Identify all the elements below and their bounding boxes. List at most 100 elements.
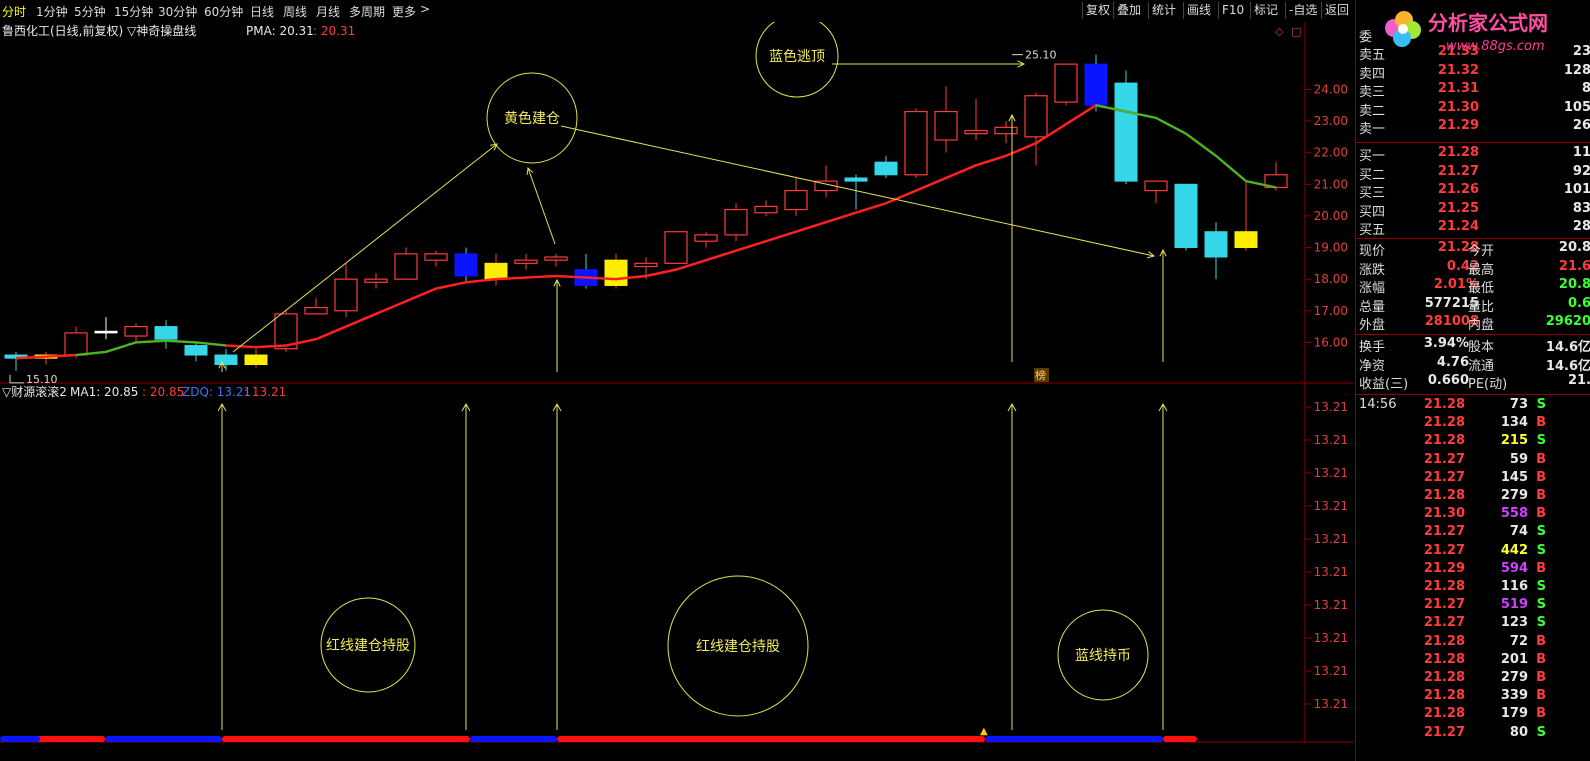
y-tick-label: 17.00 <box>1314 304 1348 318</box>
tick-volume: 145 <box>1500 469 1528 485</box>
tab-period-8[interactable]: 月线 <box>316 3 340 20</box>
ask-volume: 26 <box>1572 118 1590 134</box>
toolbar-button-2[interactable]: 统计 <box>1148 2 1179 19</box>
quote-label: 涨幅 <box>1359 281 1386 297</box>
tick-volume: 74 <box>1509 524 1528 540</box>
fundamental-value: 21. <box>1567 373 1590 389</box>
y-tick-label: 19.00 <box>1314 241 1348 255</box>
quote-label: 现价 <box>1359 244 1386 259</box>
square-icon[interactable]: □ <box>1291 25 1301 38</box>
toolbar-button-1[interactable]: 叠加 <box>1113 2 1144 19</box>
tick-price: 21.28 <box>1423 579 1465 594</box>
tick-volume: 73 <box>1509 397 1528 412</box>
annotation-text: 蓝色逃顶 <box>769 48 825 65</box>
zdq-label: ZDQ: 13.21 <box>182 385 251 399</box>
indicator-y-tick: 13.21 <box>1314 433 1348 447</box>
bid-volume: 11 <box>1572 145 1590 160</box>
toolbar-button-3[interactable]: 画线 <box>1183 2 1214 19</box>
tab-period-4[interactable]: 30分钟 <box>158 3 197 20</box>
trend-band-segment <box>222 736 470 742</box>
bid-label: 买一 <box>1359 149 1386 164</box>
candle <box>1054 63 1078 106</box>
fundamental-value: 4.76 <box>1436 354 1469 370</box>
trend-band-segment <box>40 736 105 742</box>
tick-side: B <box>1536 488 1546 503</box>
tick-side: B <box>1536 688 1546 704</box>
bid-label: 买三 <box>1359 186 1386 202</box>
annotation-text: 红线建仓持股 <box>696 639 780 655</box>
tick-volume: 80 <box>1509 724 1528 740</box>
bid-volume: 101 <box>1563 182 1590 198</box>
tick-price: 21.28 <box>1423 488 1465 503</box>
ask-label: 卖二 <box>1359 103 1386 119</box>
tick-price: 21.27 <box>1423 597 1465 613</box>
tick-price: 21.29 <box>1423 560 1465 576</box>
indicator-y-tick: 13.21 <box>1314 466 1348 480</box>
quote-label: 总量 <box>1359 299 1386 315</box>
orderbook-header: 委 <box>1359 30 1373 45</box>
tick-side: B <box>1536 506 1546 522</box>
tab-period-9[interactable]: 多周期 <box>349 3 385 20</box>
tab-period-7[interactable]: 周线 <box>283 3 307 20</box>
ma1-label: MA1: 20.85 <box>70 385 138 399</box>
annotation-text: 黄色建仓 <box>504 110 560 127</box>
fundamental-label: PE(动) <box>1468 377 1508 393</box>
quote-value: 20.8 <box>1558 277 1590 293</box>
trade-tick-row: 21.28 179 B <box>1356 706 1590 724</box>
ask-price: 21.29 <box>1437 118 1479 134</box>
chevron-right-icon[interactable]: > <box>420 2 430 16</box>
trade-tick-row: 21.27 80 S <box>1356 725 1590 743</box>
tick-price: 21.27 <box>1423 451 1465 467</box>
ask-label: 卖四 <box>1359 66 1386 82</box>
quote-label: 外盘 <box>1359 318 1386 334</box>
tick-volume: 558 <box>1500 506 1528 522</box>
rank-badge[interactable]: 榜 <box>1034 368 1049 382</box>
quote-label: 内盘 <box>1468 318 1495 334</box>
fundamental-value: 14.6亿 <box>1545 340 1590 355</box>
tick-volume: 116 <box>1500 579 1528 594</box>
period-toolbar: 分时 1分钟 5分钟 15分钟 30分钟 60分钟 日线 周线 月线 多周期 更多 > 复权 叠加 统计 画线… <box>0 0 1354 23</box>
diamond-icon[interactable]: ◇ <box>1275 25 1284 38</box>
trend-band-segment <box>105 736 222 742</box>
y-tick-label: 22.00 <box>1314 146 1348 160</box>
trade-tick-row: 21.28 116 S <box>1356 579 1590 597</box>
y-tick-label: 21.00 <box>1314 177 1348 191</box>
tab-period-5[interactable]: 60分钟 <box>204 3 243 20</box>
toolbar-button-5[interactable]: 标记 <box>1250 2 1281 19</box>
pma-label: PMA: 20.31 <box>246 24 314 38</box>
toolbar-button-4[interactable]: F10 <box>1218 2 1247 19</box>
tab-period-2[interactable]: 5分钟 <box>74 3 106 20</box>
tab-period-0[interactable]: 分时 <box>2 3 26 20</box>
tab-period-6[interactable]: 日线 <box>250 3 274 20</box>
indicator-y-tick: 13.21 <box>1314 664 1348 678</box>
tab-period-3[interactable]: 15分钟 <box>114 3 153 20</box>
tab-period-1[interactable]: 1分钟 <box>36 3 68 20</box>
tick-side: B <box>1536 560 1546 576</box>
tick-price: 21.28 <box>1423 397 1465 412</box>
bid-volume: 83 <box>1572 200 1590 216</box>
tick-volume: 201 <box>1500 651 1528 667</box>
tick-side: S <box>1536 615 1546 631</box>
y-tick-label: 24.00 <box>1314 82 1348 96</box>
fundamental-label: 净资 <box>1359 358 1386 374</box>
tick-volume: 215 <box>1500 433 1528 449</box>
y-tick-label: 23.00 <box>1314 114 1348 128</box>
tick-volume: 519 <box>1500 597 1528 613</box>
quote-label: 最高 <box>1468 262 1495 278</box>
toolbar-button-0[interactable]: 复权 <box>1082 2 1113 19</box>
tick-price: 21.27 <box>1423 542 1465 558</box>
tick-side: B <box>1536 706 1546 722</box>
trade-tick-row: 21.28 339 B <box>1356 688 1590 706</box>
trade-tick-row: 21.30 558 B <box>1356 506 1590 524</box>
tab-period-10[interactable]: 更多 <box>392 3 416 20</box>
toolbar-button-6[interactable]: -自选 <box>1285 2 1320 19</box>
toolbar-button-7[interactable]: 返回 <box>1321 2 1352 19</box>
flower-icon <box>1385 11 1421 47</box>
ask-label: 卖三 <box>1359 85 1386 101</box>
tick-side: B <box>1536 633 1546 649</box>
tick-price: 21.27 <box>1423 524 1465 540</box>
annotation-text: 红线建仓持股 <box>326 638 410 654</box>
tick-side: S <box>1536 724 1546 740</box>
tick-volume: 72 <box>1509 633 1528 649</box>
trade-tick-row: 21.28 279 B <box>1356 670 1590 688</box>
